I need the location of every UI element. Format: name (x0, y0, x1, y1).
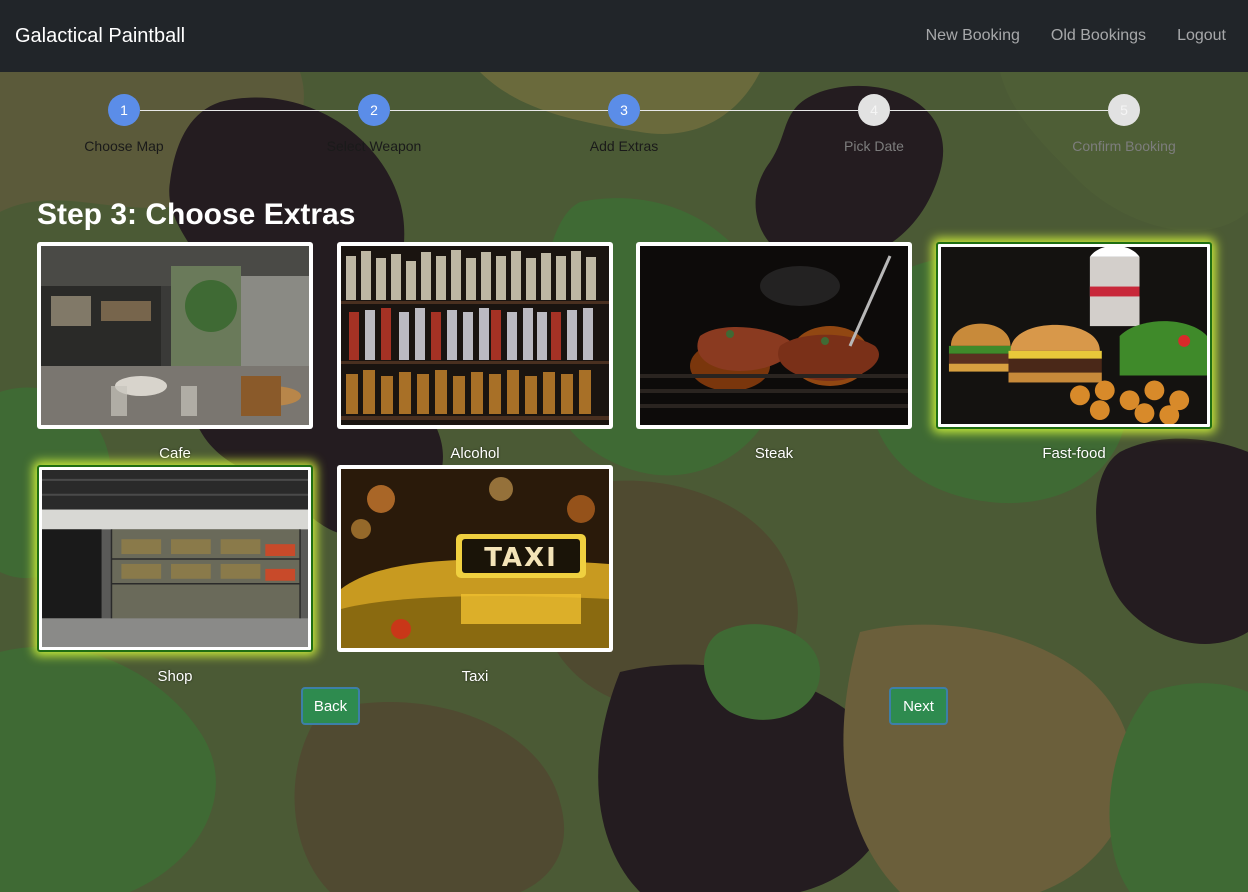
step-select-weapon: 2 Select Weapon (274, 94, 474, 154)
step-number: 3 (608, 94, 640, 126)
nav-logout[interactable]: Logout (1153, 27, 1233, 45)
booking-progress-stepper: 1 Choose Map 2 Select Weapon 3 Add Extra… (0, 92, 1248, 162)
step-label: Add Extras (589, 138, 659, 154)
step-label: Confirm Booking (1072, 138, 1176, 154)
extra-card-taxi[interactable]: TAXI Taxi (337, 465, 613, 685)
grilled-steak-image (640, 246, 908, 425)
paintball-shop-image (42, 470, 308, 647)
burgers-and-fries-image (941, 247, 1207, 424)
card-label: Shop (157, 668, 193, 685)
extra-card-fast-food[interactable]: Fast-food (936, 242, 1212, 462)
nav-links: New Booking Old Bookings Logout (902, 27, 1233, 45)
card-label: Steak (754, 445, 794, 462)
step-add-extras: 3 Add Extras (524, 94, 724, 154)
card-label: Taxi (461, 668, 489, 685)
step-number: 2 (358, 94, 390, 126)
step-label: Pick Date (844, 138, 904, 154)
brand-logo-text[interactable]: Galactical Paintball (15, 25, 185, 48)
card-label: Alcohol (450, 445, 500, 462)
card-frame (37, 242, 313, 429)
extra-card-alcohol[interactable]: Alcohol (337, 242, 613, 462)
step-choose-map: 1 Choose Map (24, 94, 224, 154)
step-pick-date: 4 Pick Date (774, 94, 974, 154)
step-confirm-booking: 5 Confirm Booking (1024, 94, 1224, 154)
liquor-shelves-image (341, 246, 609, 425)
step-label: Select Weapon (326, 138, 422, 154)
taxi-text-mark: TAXI (484, 543, 558, 573)
card-frame (636, 242, 912, 429)
cafe-interior-image (41, 246, 309, 425)
card-frame (337, 242, 613, 429)
nav-old-bookings[interactable]: Old Bookings (1027, 27, 1153, 45)
card-frame (37, 465, 313, 652)
page-title: Step 3: Choose Extras (37, 198, 356, 231)
nav-new-booking[interactable]: New Booking (902, 27, 1027, 45)
card-label: Cafe (159, 445, 191, 462)
extra-card-steak[interactable]: Steak (636, 242, 912, 462)
next-button[interactable]: Next (889, 687, 948, 725)
step-number: 4 (858, 94, 890, 126)
card-frame (936, 242, 1212, 429)
card-frame: TAXI (337, 465, 613, 652)
extra-card-cafe[interactable]: Cafe (37, 242, 313, 462)
step-number: 5 (1108, 94, 1140, 126)
top-navbar: Galactical Paintball New Booking Old Boo… (0, 0, 1248, 72)
step-number: 1 (108, 94, 140, 126)
step-label: Choose Map (84, 138, 164, 154)
extra-card-shop[interactable]: Shop (37, 465, 313, 685)
card-label: Fast-food (1042, 445, 1106, 462)
taxi-sign-image: TAXI (341, 469, 609, 648)
back-button[interactable]: Back (301, 687, 360, 725)
